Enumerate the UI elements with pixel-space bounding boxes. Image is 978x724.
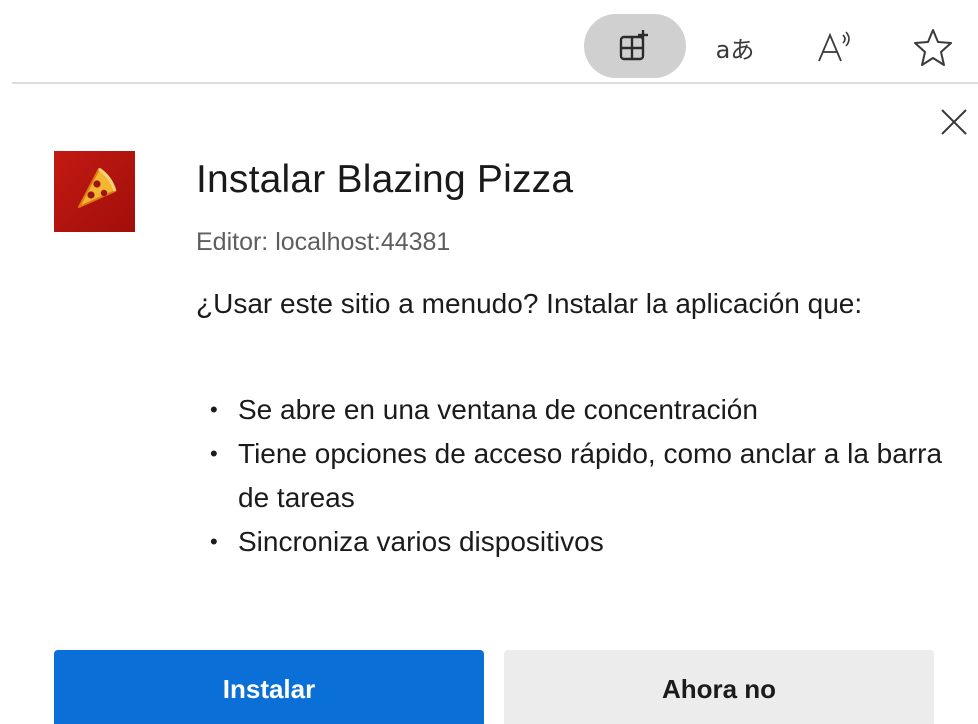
toolbar-divider: [12, 82, 978, 84]
feature-list: • Se abre en una ventana de concentració…: [208, 388, 948, 564]
feature-text: Se abre en una ventana de concentración: [238, 394, 758, 425]
feature-text: Tiene opciones de acceso rápido, como an…: [238, 438, 943, 513]
read-aloud-button[interactable]: [800, 14, 870, 80]
bullet: •: [210, 441, 218, 466]
install-button[interactable]: Instalar: [54, 650, 484, 724]
app-available-button[interactable]: [584, 14, 686, 78]
feature-item: • Sincroniza varios dispositivos: [208, 520, 948, 564]
browser-toolbar: aあ: [0, 0, 978, 82]
publisher-text: Editor: localhost:44381: [196, 228, 451, 256]
close-button[interactable]: [932, 102, 976, 146]
not-now-button[interactable]: Ahora no: [504, 650, 934, 724]
close-icon: [939, 107, 969, 142]
bullet: •: [210, 529, 218, 554]
favorite-star-icon: [912, 26, 954, 68]
app-icon: [54, 151, 135, 232]
pizza-icon: [69, 163, 121, 220]
favorite-button[interactable]: [898, 14, 968, 80]
description-text: ¿Usar este sitio a menudo? Instalar la a…: [196, 288, 863, 319]
dialog-title: Instalar Blazing Pizza: [196, 158, 574, 201]
translate-button[interactable]: aあ: [700, 14, 770, 80]
install-app-popup: aあ Instalar Blazing Pizza Editor: localh…: [0, 0, 978, 724]
feature-item: • Tiene opciones de acceso rápido, como …: [208, 432, 948, 520]
read-aloud-icon: [813, 27, 857, 67]
app-available-icon: [615, 26, 655, 66]
translate-icon: aあ: [715, 35, 755, 64]
feature-text: Sincroniza varios dispositivos: [238, 526, 604, 557]
feature-item: • Se abre en una ventana de concentració…: [208, 388, 948, 432]
bullet: •: [210, 397, 218, 422]
